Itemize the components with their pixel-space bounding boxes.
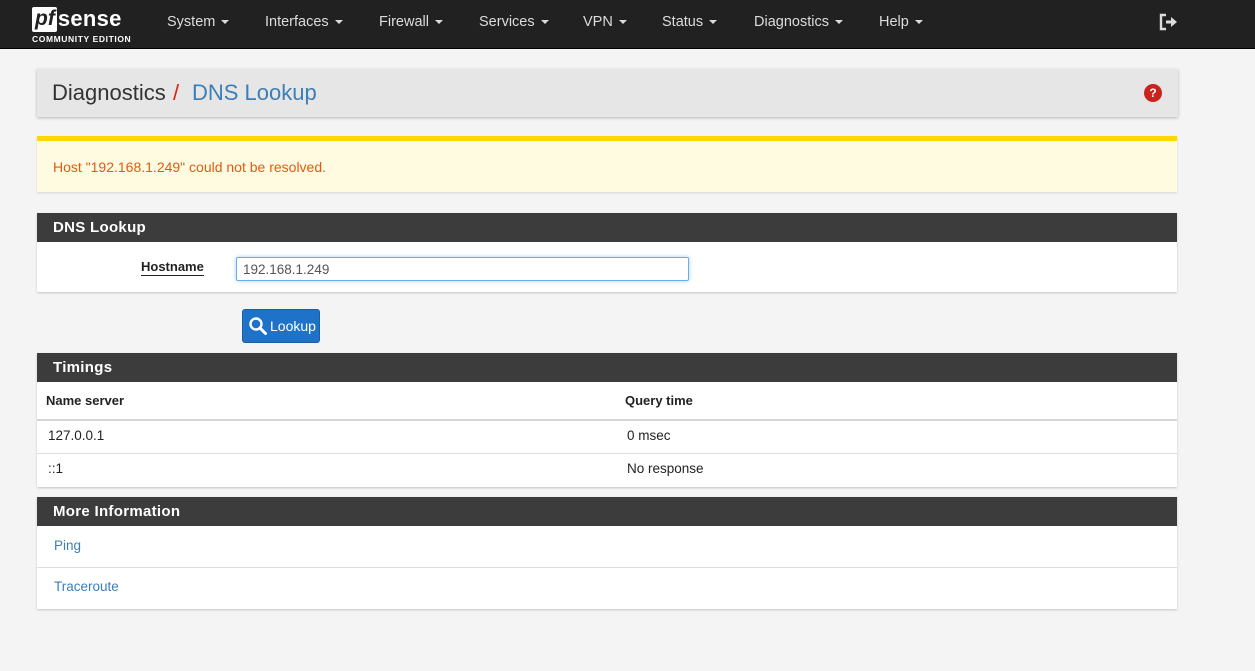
nav-label: Diagnostics <box>754 14 829 30</box>
nav-help[interactable]: Help <box>879 0 923 45</box>
nav-label: Firewall <box>379 14 429 30</box>
panel-heading: DNS Lookup <box>37 213 1177 242</box>
nav-status[interactable]: Status <box>662 0 718 45</box>
top-navbar: pf sense COMMUNITY EDITION System Interfa… <box>0 0 1255 49</box>
table-cell-query-time: No response <box>627 461 704 476</box>
logo-pf: pf <box>32 7 57 32</box>
dns-lookup-panel: DNS Lookup Hostname <box>37 213 1177 292</box>
chevron-down-icon <box>540 20 549 25</box>
column-header-query-time: Query time <box>625 393 693 408</box>
nav-diagnostics[interactable]: Diagnostics <box>754 0 843 45</box>
nav-label: Services <box>479 14 535 30</box>
timings-panel: Timings Name server Query time 127.0.0.1… <box>37 353 1177 487</box>
chevron-down-icon <box>221 20 230 25</box>
header-divider <box>37 419 1177 421</box>
row-divider <box>37 567 1177 568</box>
pfsense-logo[interactable]: pf sense COMMUNITY EDITION <box>32 4 142 46</box>
lookup-button[interactable]: Lookup <box>242 309 320 343</box>
chevron-down-icon <box>334 20 343 25</box>
lookup-button-label: Lookup <box>270 318 316 334</box>
question-circle-icon[interactable]: ? <box>1144 84 1162 102</box>
chevron-down-icon <box>618 20 627 25</box>
nav-label: Interfaces <box>265 14 329 30</box>
hostname-input[interactable] <box>236 257 689 281</box>
panel-heading: More Information <box>37 497 1177 526</box>
hostname-label: Hostname <box>141 259 204 276</box>
logo-sense: sense <box>57 6 122 31</box>
nav-label: System <box>167 14 216 30</box>
nav-services[interactable]: Services <box>479 0 549 45</box>
sign-out-icon[interactable] <box>1158 12 1178 32</box>
nav-firewall[interactable]: Firewall <box>379 0 443 45</box>
logo-wordmark: pf sense <box>32 4 122 32</box>
chevron-down-icon <box>434 20 443 25</box>
page-title[interactable]: DNS Lookup <box>192 80 317 106</box>
breadcrumb-parent[interactable]: Diagnostics <box>52 80 166 106</box>
nav-system[interactable]: System <box>167 0 230 45</box>
ping-link[interactable]: Ping <box>54 538 81 553</box>
chevron-down-icon <box>834 20 843 25</box>
chevron-down-icon <box>914 20 923 25</box>
alert-message: Host "192.168.1.249" could not be resolv… <box>53 159 327 175</box>
breadcrumb-separator: / <box>173 80 180 105</box>
nav-label: Status <box>662 14 704 30</box>
nav-interfaces[interactable]: Interfaces <box>265 0 343 45</box>
nav-label: VPN <box>583 14 613 30</box>
breadcrumb: Diagnostics / DNS Lookup ? <box>37 69 1178 117</box>
table-cell-name-server: ::1 <box>48 461 64 476</box>
more-information-panel: More Information Ping Traceroute <box>37 497 1177 609</box>
nav-vpn[interactable]: VPN <box>583 0 627 45</box>
logo-edition: COMMUNITY EDITION <box>32 34 132 44</box>
row-divider <box>37 453 1177 454</box>
column-header-name-server: Name server <box>46 393 125 408</box>
warning-alert: Host "192.168.1.249" could not be resolv… <box>37 136 1177 192</box>
table-cell-name-server: 127.0.0.1 <box>48 428 105 443</box>
search-icon <box>249 317 267 335</box>
traceroute-link[interactable]: Traceroute <box>54 579 119 594</box>
table-cell-query-time: 0 msec <box>627 428 671 443</box>
chevron-down-icon <box>709 20 718 25</box>
panel-heading: Timings <box>37 353 1177 382</box>
nav-label: Help <box>879 14 909 30</box>
